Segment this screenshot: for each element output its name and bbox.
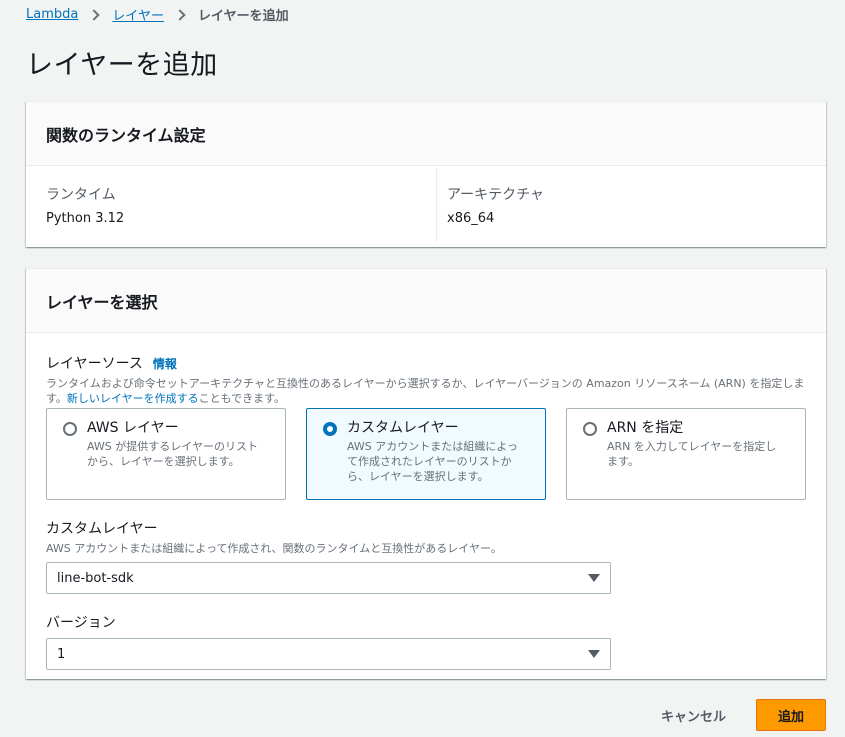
layer-source-label: レイヤーソース (46, 356, 143, 372)
info-link[interactable]: 情報 (153, 355, 177, 372)
caret-down-icon (588, 650, 600, 658)
runtime-column: ランタイム Python 3.12 (46, 184, 436, 242)
caret-down-icon (588, 574, 600, 582)
select-layer-body: レイヤーソース 情報 ランタイムおよび命令セットアーキテクチャと互換性のあるレイ… (26, 333, 826, 670)
option-title: AWS レイヤー (87, 420, 179, 436)
runtime-label: ランタイム (46, 187, 116, 203)
option-description: ARN を入力してレイヤーを指定します。 (607, 440, 777, 468)
layer-source-description: ランタイムおよび命令セットアーキテクチャと互換性のあるレイヤーから選択するか、レ… (46, 376, 806, 406)
select-layer-title: レイヤーを選択 (46, 292, 158, 312)
option-description: AWS が提供するレイヤーのリストから、レイヤーを選択します。 (87, 440, 258, 468)
cancel-button[interactable]: キャンセル (631, 699, 756, 731)
architecture-value: x86_64 (447, 211, 495, 226)
add-button[interactable]: 追加 (756, 699, 826, 731)
create-new-layer-link[interactable]: 新しいレイヤーを作成する (67, 392, 199, 405)
custom-layer-selected-value: line-bot-sdk (57, 570, 134, 586)
version-selected-value: 1 (57, 646, 66, 662)
custom-layer-select[interactable]: line-bot-sdk (46, 562, 611, 594)
runtime-settings-header: 関数のランタイム設定 (26, 102, 826, 166)
select-layer-header: レイヤーを選択 (26, 269, 826, 333)
runtime-settings-title: 関数のランタイム設定 (46, 125, 206, 145)
option-description: AWS アカウントまたは組織によって作成されたレイヤーのリストから、レイヤーを選… (347, 440, 518, 483)
runtime-settings-values: ランタイム Python 3.12 アーキテクチャ x86_64 (26, 166, 826, 242)
option-specify-arn-content: ARN を指定 ARN を入力してレイヤーを指定します。 (607, 419, 787, 499)
radio-custom-layers[interactable] (323, 422, 337, 436)
breadcrumb-lambda-link[interactable]: Lambda (26, 7, 78, 22)
form-actions: キャンセル 追加 (631, 699, 826, 731)
custom-layer-field: カスタムレイヤー AWS アカウントまたは組織によって作成され、関数のランタイム… (46, 518, 806, 594)
option-aws-layers-content: AWS レイヤー AWS が提供するレイヤーのリストから、レイヤーを選択します。 (87, 419, 267, 499)
select-layer-panel: レイヤーを選択 レイヤーソース 情報 ランタイムおよび命令セットアーキテクチャと… (26, 268, 826, 679)
custom-layer-label: カスタムレイヤー (46, 521, 158, 537)
runtime-settings-panel: 関数のランタイム設定 ランタイム Python 3.12 アーキテクチャ x86… (26, 101, 826, 247)
breadcrumb-layers-link[interactable]: レイヤー (112, 5, 164, 24)
breadcrumb-current: レイヤーを追加 (197, 9, 289, 24)
option-aws-layers[interactable]: AWS レイヤー AWS が提供するレイヤーのリストから、レイヤーを選択します。 (46, 408, 286, 500)
version-select[interactable]: 1 (46, 638, 611, 670)
architecture-column: アーキテクチャ x86_64 (436, 168, 826, 242)
option-title: カスタムレイヤー (347, 420, 459, 436)
option-specify-arn[interactable]: ARN を指定 ARN を入力してレイヤーを指定します。 (566, 408, 806, 500)
custom-layer-description: AWS アカウントまたは組織によって作成され、関数のランタイムと互換性があるレイ… (46, 542, 502, 555)
option-custom-layers[interactable]: カスタムレイヤー AWS アカウントまたは組織によって作成されたレイヤーのリスト… (306, 408, 546, 500)
version-label: バージョン (46, 615, 116, 631)
breadcrumb: Lambda レイヤー レイヤーを追加 (26, 5, 289, 24)
chevron-right-icon (88, 8, 101, 21)
radio-aws-layers[interactable] (63, 422, 77, 436)
runtime-value: Python 3.12 (46, 211, 125, 226)
option-title: ARN を指定 (607, 420, 684, 436)
layer-source-desc-tail: こともできます。 (198, 392, 286, 405)
chevron-right-icon (174, 8, 186, 21)
layer-source-label-row: レイヤーソース 情報 (46, 353, 806, 373)
page-title: レイヤーを追加 (26, 50, 218, 81)
radio-specify-arn[interactable] (583, 422, 597, 436)
layer-source-options: AWS レイヤー AWS が提供するレイヤーのリストから、レイヤーを選択します。… (46, 408, 806, 500)
option-custom-layers-content: カスタムレイヤー AWS アカウントまたは組織によって作成されたレイヤーのリスト… (347, 419, 527, 499)
architecture-label: アーキテクチャ (447, 187, 545, 203)
version-field: バージョン 1 (46, 612, 806, 670)
